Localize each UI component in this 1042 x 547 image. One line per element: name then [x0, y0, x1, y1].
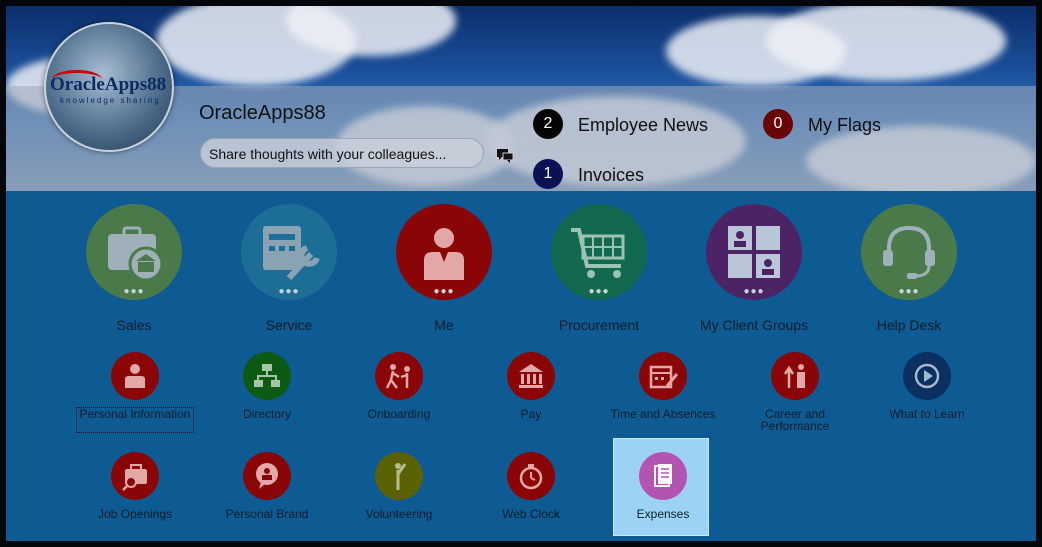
company-logo[interactable]: OracleApps88 knowledge sharing	[44, 22, 174, 152]
app-label-directory: Directory	[242, 407, 291, 421]
bank-icon	[519, 364, 543, 388]
web-clock-circle[interactable]	[507, 452, 555, 500]
logo-text: OracleApps88	[50, 74, 167, 95]
app-label-expenses: Expenses	[636, 507, 690, 521]
springboard-page: OracleApps88 knowledge sharing OracleApp…	[0, 0, 1042, 547]
personal-information-circle[interactable]	[111, 352, 159, 400]
time-and-absences-circle[interactable]	[639, 352, 687, 400]
conversation-icon[interactable]	[496, 148, 514, 164]
play-icon	[914, 363, 940, 389]
app-label-time-and-absences: Time and Absences	[610, 407, 716, 421]
share-thoughts-placeholder: Share thoughts with your colleagues...	[209, 146, 447, 162]
employee-news-count[interactable]: 2	[533, 109, 563, 139]
brand-icon	[256, 463, 278, 489]
group-label-procurement: Procurement	[558, 317, 640, 333]
onboarding-icon	[385, 364, 410, 389]
directory-circle[interactable]	[243, 352, 291, 400]
clock-icon	[519, 464, 543, 490]
my-flags-link[interactable]: My Flags	[808, 115, 881, 136]
invoices-link[interactable]: Invoices	[578, 165, 644, 186]
app-label-onboarding: Onboarding	[367, 407, 431, 421]
welcome-banner: OracleApps88 knowledge sharing OracleApp…	[6, 6, 1036, 191]
app-label-personal-information: Personal Information	[79, 407, 191, 421]
employee-news-link[interactable]: Employee News	[578, 115, 708, 136]
volunteer-icon	[395, 463, 407, 490]
pay-circle[interactable]	[507, 352, 555, 400]
group-label-my-client-groups: My Client Groups	[699, 317, 809, 333]
app-label-volunteering: Volunteering	[365, 507, 433, 521]
onboarding-circle[interactable]	[375, 352, 423, 400]
invoices-count[interactable]: 1	[533, 159, 563, 189]
expenses-circle[interactable]	[639, 452, 687, 500]
group-label-me: Me	[434, 317, 454, 333]
share-thoughts-input[interactable]: Share thoughts with your colleagues...	[200, 138, 484, 168]
group-label-help-desk: Help Desk	[876, 317, 942, 333]
group-label-sales: Sales	[116, 317, 152, 333]
app-label-what-to-learn: What to Learn	[889, 407, 965, 421]
app-label-job-openings: Job Openings	[97, 507, 173, 521]
logo-subtitle: knowledge sharing	[60, 96, 161, 105]
org-chart-icon	[254, 364, 280, 387]
app-label-web-clock: Web Clock	[502, 507, 560, 521]
personal-brand-circle[interactable]	[243, 452, 291, 500]
job-search-icon	[122, 464, 147, 491]
user-name: OracleApps88	[199, 102, 326, 124]
calendar-icon	[649, 365, 679, 389]
app-label-career-and-performance: Career and Performance	[760, 407, 830, 433]
app-label-personal-brand: Personal Brand	[225, 507, 309, 521]
job-openings-circle[interactable]	[111, 452, 159, 500]
document-icon	[654, 464, 672, 487]
career-icon	[783, 364, 805, 388]
group-label-service: Service	[265, 317, 313, 333]
app-label-pay: Pay	[520, 407, 542, 421]
what-to-learn-circle[interactable]	[903, 352, 951, 400]
my-flags-count[interactable]: 0	[763, 109, 793, 139]
volunteering-circle[interactable]	[375, 452, 423, 500]
career-and-performance-circle[interactable]	[771, 352, 819, 400]
person-icon	[125, 364, 145, 388]
